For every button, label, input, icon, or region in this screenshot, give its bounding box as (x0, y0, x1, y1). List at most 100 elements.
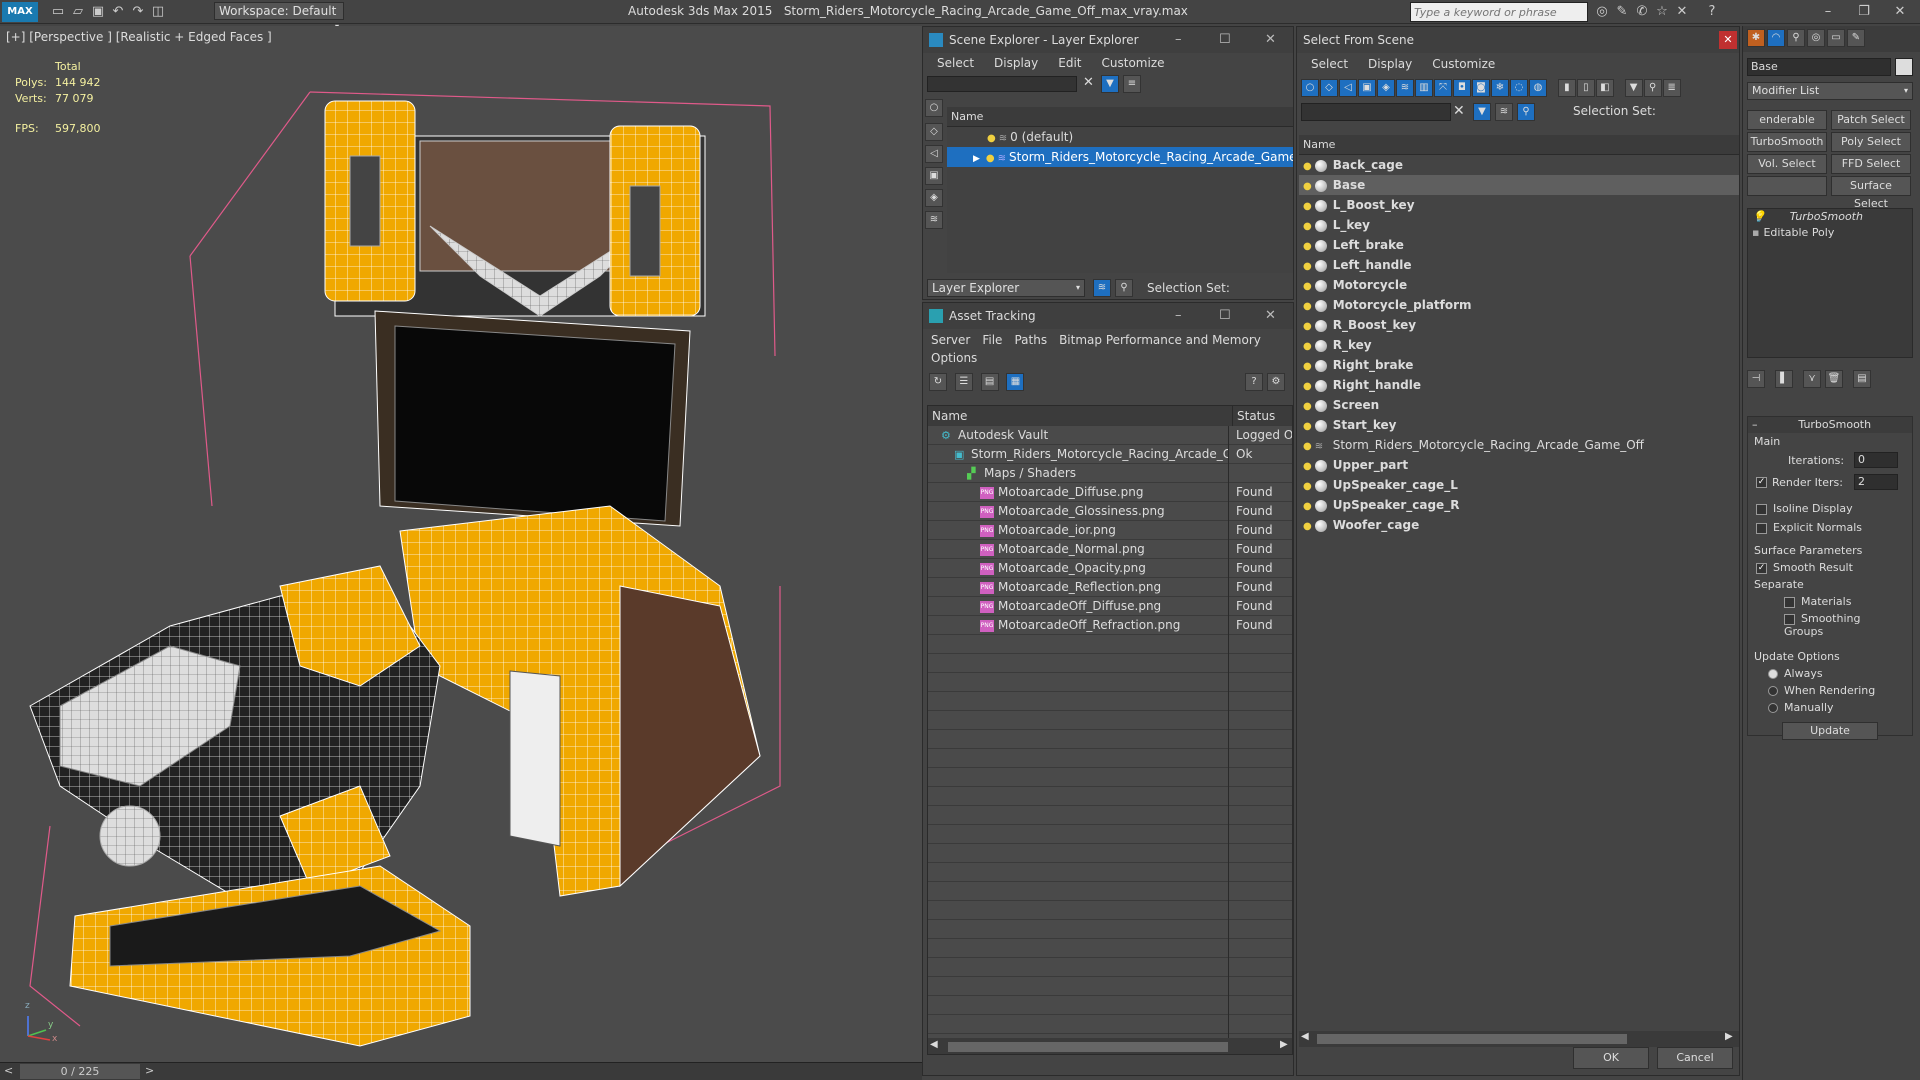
layers-icon[interactable]: ≋ (1093, 279, 1111, 297)
object-row[interactable]: ● Base (1299, 175, 1739, 195)
light-bulb-icon[interactable]: ● (1303, 441, 1312, 452)
light-bulb-icon[interactable]: ● (1303, 501, 1312, 512)
hierarchy-mode-icon[interactable]: ⚲ (1517, 103, 1535, 121)
object-row[interactable]: ● Back_cage (1299, 155, 1739, 175)
asset-row[interactable]: PNG MotoarcadeOff_Refraction.png Found (928, 616, 1292, 635)
asset-tracking-titlebar[interactable]: Asset Tracking – ☐ ✕ (923, 303, 1293, 329)
light-bulb-icon[interactable]: 💡 (1752, 210, 1766, 223)
remove-modifier-icon[interactable]: 🗑 (1825, 370, 1843, 388)
light-bulb-icon[interactable]: ● (1303, 221, 1312, 232)
object-row[interactable]: ● R_Boost_key (1299, 315, 1739, 335)
object-row[interactable]: ● Screen (1299, 395, 1739, 415)
show-end-result-icon[interactable]: ▌ (1775, 370, 1793, 388)
undo-icon[interactable]: ↶ (108, 2, 128, 22)
light-bulb-icon[interactable]: ● (1303, 181, 1312, 192)
display-shapes-icon[interactable]: ◇ (925, 123, 943, 141)
light-bulb-icon[interactable]: ● (1303, 161, 1312, 172)
empty-modifier-button[interactable] (1747, 176, 1827, 196)
always-radio[interactable] (1768, 669, 1778, 679)
search-input[interactable] (1411, 3, 1587, 21)
help-icon[interactable]: ? (1702, 2, 1722, 22)
menu-display[interactable]: Display (994, 56, 1038, 70)
vol-select-button[interactable]: Vol. Select (1747, 154, 1827, 174)
communication-icon[interactable]: ✆ (1632, 2, 1652, 22)
asset-row[interactable]: PNG Motoarcade_ior.png Found (928, 521, 1292, 540)
filter-containers-icon[interactable]: ◙ (1472, 79, 1490, 97)
hierarchy-icon[interactable]: ⚲ (1643, 79, 1662, 97)
object-row[interactable]: ● Motorcycle (1299, 275, 1739, 295)
col-status[interactable]: Status (1232, 406, 1292, 426)
object-color-swatch[interactable] (1895, 58, 1913, 76)
render-iters-checkbox[interactable]: ✓ (1756, 477, 1767, 488)
list-options-icon[interactable]: ≣ (1662, 79, 1681, 97)
select-invert-icon[interactable]: ◧ (1595, 79, 1614, 97)
light-bulb-icon[interactable]: ● (1303, 361, 1312, 372)
filter-shapes-icon[interactable]: ◇ (1320, 79, 1338, 97)
col-name[interactable]: Name (932, 406, 967, 426)
filter-cameras-icon[interactable]: ▣ (1358, 79, 1376, 97)
menu-bitmap-performance[interactable]: Bitmap Performance and Memory (1059, 333, 1261, 347)
menu-customize[interactable]: Customize (1432, 57, 1495, 71)
maximize-icon[interactable]: ☐ (1219, 27, 1231, 53)
light-bulb-icon[interactable]: ● (1303, 481, 1312, 492)
bulb-icon[interactable]: ● (986, 153, 995, 164)
asset-row[interactable]: PNG Motoarcade_Opacity.png Found (928, 559, 1292, 578)
smooth-result-checkbox[interactable]: ✓ (1756, 562, 1767, 574)
motion-tab-icon[interactable]: ◎ (1807, 29, 1825, 47)
when-rendering-radio[interactable] (1768, 686, 1778, 696)
asset-row[interactable]: PNG MotoarcadeOff_Diffuse.png Found (928, 597, 1292, 616)
star-icon[interactable]: ☆ (1652, 2, 1672, 22)
time-slider-thumb[interactable]: 0 / 225 (20, 1064, 140, 1079)
stack-item-turbosmooth[interactable]: 💡 TurboSmooth (1748, 209, 1912, 225)
minimize-icon[interactable]: – (1175, 27, 1182, 53)
object-row[interactable]: ● L_Boost_key (1299, 195, 1739, 215)
light-bulb-icon[interactable]: ● (1303, 341, 1312, 352)
smoothing-groups-row[interactable]: Smoothing Groups (1748, 610, 1912, 640)
object-name-field[interactable]: Base (1747, 58, 1891, 76)
scroll-right-icon[interactable]: ▶ (1725, 1031, 1733, 1042)
scrollbar-thumb[interactable] (948, 1042, 1228, 1052)
filter-frozen-icon[interactable]: ❄ (1491, 79, 1509, 97)
materials-checkbox[interactable] (1784, 596, 1795, 608)
collapse-icon[interactable]: – (1748, 417, 1758, 433)
configure-sets-icon[interactable]: ▤ (1853, 370, 1871, 388)
object-row[interactable]: ● ≋ Storm_Riders_Motorcycle_Racing_Arcade_… (1299, 435, 1739, 455)
select-from-scene-window[interactable]: Select From Scene ✕ Select Display Customi… (1296, 26, 1740, 1076)
display-warps-icon[interactable]: ≋ (925, 211, 943, 229)
object-list-scrollbar[interactable]: ◀ ▶ (1299, 1031, 1739, 1047)
filter-bones-icon[interactable]: ◘ (1453, 79, 1471, 97)
create-tab-icon[interactable]: ✱ (1747, 29, 1765, 47)
smoothing-groups-checkbox[interactable] (1784, 613, 1795, 625)
light-bulb-icon[interactable]: ● (1303, 241, 1312, 252)
layers-icon[interactable]: ≋ (1495, 103, 1513, 121)
always-row[interactable]: Always (1748, 665, 1912, 682)
hierarchy-tab-icon[interactable]: ⚲ (1787, 29, 1805, 47)
display-helpers-icon[interactable]: ◈ (925, 189, 943, 207)
light-bulb-icon[interactable]: ● (1303, 321, 1312, 332)
tools-icon[interactable]: ✎ (1612, 2, 1632, 22)
minimize-icon[interactable]: – (1810, 2, 1846, 22)
display-tab-icon[interactable]: ▭ (1827, 29, 1845, 47)
asset-row[interactable]: PNG Motoarcade_Diffuse.png Found (928, 483, 1292, 502)
update-button[interactable]: Update (1782, 722, 1878, 740)
close-icon[interactable]: ✕ (1265, 27, 1276, 53)
select-none-icon[interactable]: ▯ (1576, 79, 1595, 97)
object-row[interactable]: ● Right_handle (1299, 375, 1739, 395)
list-view-icon[interactable]: ☰ (954, 373, 973, 391)
layer-options-icon[interactable]: ≡ (1123, 75, 1141, 93)
object-row[interactable]: ● Right_brake (1299, 355, 1739, 375)
scroll-right-icon[interactable]: ▶ (1280, 1039, 1288, 1050)
light-bulb-icon[interactable]: ● (1303, 401, 1312, 412)
redo-icon[interactable]: ↷ (128, 2, 148, 22)
asset-row[interactable]: ⚙ Autodesk Vault Logged Ou (928, 426, 1292, 445)
exchange-icon[interactable]: ✕ (1672, 2, 1692, 22)
render-iters-spinner[interactable]: 2 (1854, 474, 1898, 490)
restore-icon[interactable]: ❐ (1846, 2, 1882, 22)
binoculars-icon[interactable]: ◎ (1592, 2, 1612, 22)
filter-helpers-icon[interactable]: ◈ (1377, 79, 1395, 97)
ffd-select-button[interactable]: FFD Select (1831, 154, 1911, 174)
display-geometry-icon[interactable]: ○ (925, 99, 943, 117)
menu-select[interactable]: Select (1311, 57, 1348, 71)
asset-row[interactable]: PNG Motoarcade_Glossiness.png Found (928, 502, 1292, 521)
horizontal-scrollbar[interactable]: ◀ ▶ (928, 1038, 1292, 1054)
